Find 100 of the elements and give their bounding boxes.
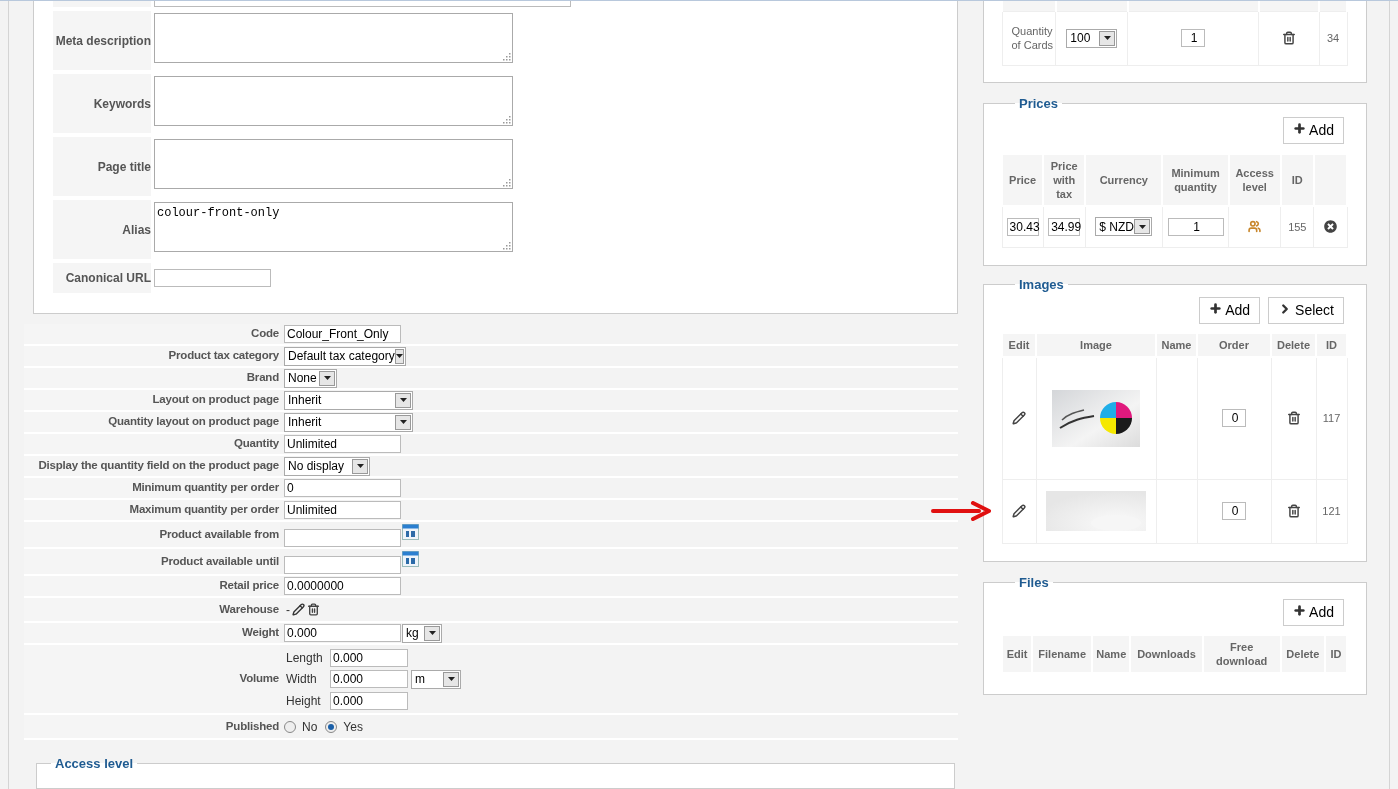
caret-icon: [447, 677, 455, 681]
input-field[interactable]: Unlimited: [284, 435, 401, 453]
input-field[interactable]: 0.000: [284, 624, 401, 642]
table-cell: 155: [1280, 206, 1314, 247]
users-icon[interactable]: [1248, 220, 1262, 234]
column-header: Order: [1197, 333, 1271, 357]
unit-dropdown[interactable]: kg: [402, 623, 442, 643]
field-label: Alias: [53, 200, 151, 259]
column-header: ID: [1316, 333, 1347, 357]
input-field[interactable]: 0.000: [330, 691, 408, 710]
warehouse-value: -: [286, 601, 290, 619]
pencil-icon[interactable]: [1012, 411, 1026, 426]
property-label: Product available until: [160, 553, 279, 569]
resize-grip-icon[interactable]: [503, 53, 511, 61]
resize-grip-icon[interactable]: [503, 116, 511, 124]
column-header: Name: [1156, 333, 1197, 357]
input-field[interactable]: 1: [1167, 217, 1224, 236]
dropdown[interactable]: Inherit: [284, 390, 413, 410]
add-button[interactable]: Add: [1283, 117, 1344, 144]
section-title: Access level: [54, 755, 135, 773]
input-field[interactable]: 30.43: [1006, 217, 1039, 236]
property-label: Code: [251, 326, 279, 342]
calendar-icon[interactable]: [402, 550, 419, 567]
property-label: Weight: [242, 625, 279, 641]
caret-icon: [356, 464, 364, 468]
field-label: Page title: [53, 137, 151, 196]
table-cell: 121: [1316, 479, 1347, 543]
trash-icon[interactable]: [1286, 504, 1301, 518]
column-header: Price with tax: [1043, 154, 1086, 206]
input-field[interactable]: 0.000: [330, 670, 408, 688]
caret-icon: [1103, 36, 1111, 40]
column-header: Delete: [1271, 333, 1316, 357]
input-field[interactable]: 0.0000000: [284, 577, 401, 595]
column-header: Delete: [1280, 635, 1325, 673]
column-header: Minimum quantity: [1162, 154, 1229, 206]
input-field[interactable]: 0.000: [330, 648, 408, 667]
column-header: ID: [1324, 635, 1347, 673]
column-header: Free download: [1202, 635, 1281, 673]
add-button[interactable]: Add: [1199, 297, 1261, 324]
column-header: Image: [1036, 333, 1156, 357]
caret-icon: [428, 631, 436, 635]
radio-button[interactable]: [284, 720, 296, 733]
caret-icon: [399, 398, 407, 402]
property-label: Quantity: [233, 436, 279, 452]
dropdown[interactable]: No display: [284, 456, 370, 476]
table-cell: 34: [1319, 11, 1347, 65]
section-title: Images: [1018, 275, 1065, 294]
column-header: Downloads: [1130, 635, 1203, 673]
radio-label: Yes: [343, 718, 363, 736]
column-header: Currency: [1085, 154, 1163, 206]
text-area[interactable]: colour-front-only: [154, 202, 513, 252]
column-header: Access level: [1228, 154, 1281, 206]
radio-button[interactable]: [325, 720, 338, 733]
trash-icon[interactable]: [1281, 31, 1296, 45]
dimension-label: Width: [285, 671, 318, 688]
input-field[interactable]: 0: [1222, 502, 1246, 520]
add-button[interactable]: Add: [1283, 599, 1344, 626]
caret-icon: [395, 354, 403, 358]
currency-dropdown[interactable]: $ NZD: [1095, 217, 1153, 237]
input-field[interactable]: Unlimited: [284, 501, 401, 519]
pencil-icon[interactable]: [1012, 504, 1026, 518]
dimension-label: Height: [285, 692, 322, 710]
input-field[interactable]: 0: [284, 479, 401, 497]
trash-icon[interactable]: [307, 603, 320, 616]
field-label: Meta description: [53, 11, 151, 70]
text-area[interactable]: [154, 139, 513, 189]
arrow-drawing: [930, 501, 991, 521]
unit-dropdown[interactable]: m: [411, 669, 461, 689]
remove-icon[interactable]: [1323, 220, 1337, 234]
input-field[interactable]: 1: [1181, 29, 1206, 47]
table-cell: Quantity of Cards: [1002, 11, 1056, 65]
trash-icon[interactable]: [1286, 411, 1301, 426]
value-dropdown[interactable]: 100: [1066, 28, 1118, 48]
text-area[interactable]: [154, 76, 513, 126]
property-label: Minimum quantity per order: [132, 480, 279, 496]
input-field[interactable]: Colour_Front_Only: [284, 325, 401, 343]
property-label: Product tax category: [168, 348, 279, 364]
add-button[interactable]: Select: [1268, 297, 1344, 324]
plus-icon: [1293, 604, 1307, 617]
caret-icon: [323, 376, 331, 380]
resize-grip-icon[interactable]: [503, 242, 511, 250]
property-label: Published: [225, 718, 279, 734]
column-header: Filename: [1032, 635, 1093, 673]
column-header: ID: [1280, 154, 1314, 206]
dropdown[interactable]: None: [284, 368, 337, 388]
pencil-icon[interactable]: [292, 603, 305, 616]
dropdown[interactable]: Inherit: [284, 412, 413, 432]
calendar-icon[interactable]: [402, 523, 419, 540]
column-header: Edit: [1002, 635, 1033, 673]
property-label: Product available from: [159, 526, 279, 542]
resize-grip-icon[interactable]: [503, 179, 511, 187]
dropdown[interactable]: Default tax category: [284, 346, 406, 366]
input-field[interactable]: 0: [1222, 409, 1246, 428]
column-header: Name: [1092, 635, 1131, 673]
column-header: Edit: [1002, 333, 1036, 357]
text-area[interactable]: [154, 13, 513, 63]
field-label: Keywords: [53, 74, 151, 133]
input-field[interactable]: 34.99: [1048, 217, 1081, 236]
caret-icon: [1138, 224, 1146, 229]
plus-icon: [1293, 122, 1307, 135]
